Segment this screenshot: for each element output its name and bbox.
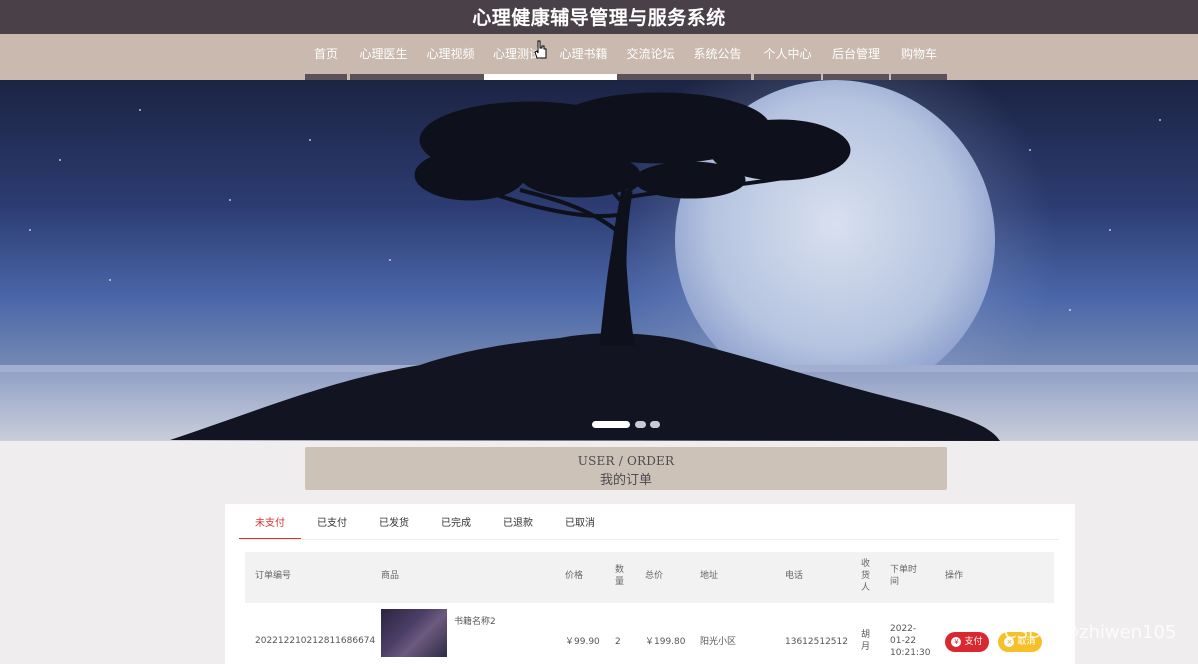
tab-completed[interactable]: 已完成 — [425, 512, 487, 538]
pay-button[interactable]: ¥ 支付 — [945, 632, 989, 652]
cell-address: 阳光小区 — [700, 637, 737, 647]
product-thumbnail[interactable] — [381, 609, 447, 657]
nav-item-cart[interactable]: 购物车 — [891, 34, 947, 80]
nav-item-announcements[interactable]: 系统公告 — [684, 34, 751, 80]
table-row: 20221221021281168667​4 书籍名称2 ￥99.90 2 ￥1… — [245, 603, 1054, 663]
tab-paid[interactable]: 已支付 — [301, 512, 363, 538]
col-product: 商品 — [381, 571, 400, 581]
orders-table-header: 订单编号 商品 价格 数 量 总价 地址 电话 收 货 人 下单时 间 操作 — [245, 552, 1054, 603]
col-quantity: 数 量 — [615, 565, 625, 587]
cell-receiver: 胡 月 — [861, 630, 871, 652]
site-header: 心理健康辅导管理与服务系统 — [0, 0, 1198, 34]
hero-carousel[interactable] — [0, 80, 1198, 441]
section-title-en: USER / ORDER — [577, 454, 675, 468]
cell-quantity: 2 — [615, 637, 621, 647]
nav-item-label: 心理视频 — [426, 47, 475, 61]
nav-item-profile[interactable]: 个人中心 — [754, 34, 821, 80]
nav-item-label: 交流论坛 — [626, 47, 675, 61]
nav-item-admin[interactable]: 后台管理 — [823, 34, 889, 80]
nav-item-label: 系统公告 — [693, 47, 742, 61]
nav-item-label: 心理书籍 — [559, 47, 608, 61]
cell-phone: 13612512512 — [785, 637, 848, 647]
nav-item-label: 首页 — [313, 47, 338, 61]
site-title: 心理健康辅导管理与服务系统 — [472, 7, 726, 29]
cell-product-name[interactable]: 书籍名称2 — [454, 616, 496, 628]
banner-image — [0, 80, 1198, 441]
col-order-no: 订单编号 — [255, 571, 292, 581]
nav-item-books[interactable]: 心理书籍 — [550, 34, 617, 80]
nav-item-videos[interactable]: 心理视频 — [417, 34, 484, 80]
nav-item-label: 购物车 — [900, 47, 937, 61]
main-nav: 首页 心理医生 心理视频 心理测试 心理书籍 交流论坛 系统公告 个人中心 后台… — [0, 34, 1198, 80]
nav-item-forum[interactable]: 交流论坛 — [617, 34, 684, 80]
tab-unpaid[interactable]: 未支付 — [239, 512, 301, 539]
cell-total: ￥199.80 — [645, 637, 686, 647]
nav-item-label: 心理医生 — [359, 47, 408, 61]
nav-item-home[interactable]: 首页 — [305, 34, 347, 80]
col-order-time: 下单时 间 — [890, 565, 918, 587]
col-receiver: 收 货 人 — [861, 559, 871, 593]
nav-item-label: 后台管理 — [831, 47, 880, 61]
col-actions: 操作 — [945, 571, 964, 581]
carousel-dot-3[interactable] — [650, 421, 660, 428]
yen-icon: ¥ — [951, 637, 962, 647]
order-status-tabs: 未支付 已支付 已发货 已完成 已退款 已取消 — [239, 512, 1059, 540]
cell-price: ￥99.90 — [565, 637, 600, 647]
col-phone: 电话 — [785, 571, 804, 581]
tab-refunded[interactable]: 已退款 — [487, 512, 549, 538]
pay-label: 支付 — [964, 637, 983, 647]
nav-item-label: 个人中心 — [763, 47, 812, 61]
cell-order-no: 20221221021281168667​4 — [255, 636, 376, 646]
cell-order-time: 2022- 01-22 10:21:30 — [890, 624, 931, 658]
col-address: 地址 — [700, 571, 719, 581]
watermark: CSDN @zhiwen105 — [1004, 622, 1177, 643]
carousel-dot-1[interactable] — [592, 421, 630, 428]
section-title-box: USER / ORDER 我的订单 — [305, 447, 947, 490]
col-total: 总价 — [645, 571, 664, 581]
section-title-zh: 我的订单 — [599, 473, 652, 488]
tab-cancelled[interactable]: 已取消 — [549, 512, 611, 538]
tab-shipped[interactable]: 已发货 — [363, 512, 425, 538]
col-price: 价格 — [565, 571, 584, 581]
carousel-dot-2[interactable] — [635, 421, 646, 428]
nav-item-counselors[interactable]: 心理医生 — [350, 34, 417, 80]
hand-cursor-icon — [534, 40, 547, 59]
orders-panel: 未支付 已支付 已发货 已完成 已退款 已取消 订单编号 商品 价格 数 量 总… — [225, 504, 1075, 664]
